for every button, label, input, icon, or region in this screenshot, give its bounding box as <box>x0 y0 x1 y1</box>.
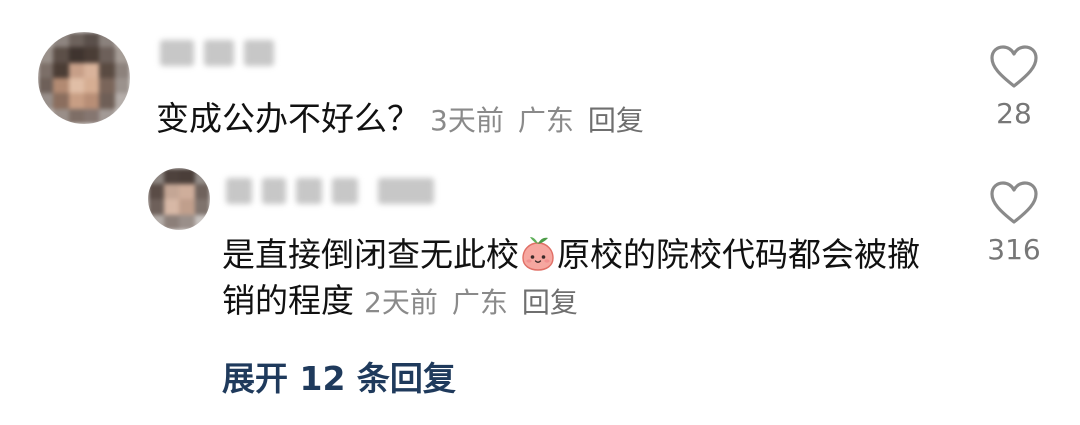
reply-like-button[interactable]: 316 <box>974 180 1054 266</box>
comment-meta: 3天前 广东 回复 <box>430 104 644 137</box>
comment-reply-button[interactable]: 回复 <box>588 104 644 137</box>
reply-like-count: 316 <box>987 233 1041 266</box>
reply-reply-button[interactable]: 回复 <box>522 286 578 319</box>
reply-text-part-1: 是直接倒闭查无此校 <box>222 235 519 274</box>
reply-meta: 2天前 广东 回复 <box>364 286 578 319</box>
avatar-pixelated-image <box>38 32 130 124</box>
replier-username-blurred[interactable] <box>226 178 434 204</box>
replier-avatar[interactable] <box>148 168 210 230</box>
heart-outline-icon <box>990 45 1038 88</box>
expand-replies-button[interactable]: 展开 12 条回复 <box>222 356 456 402</box>
comment-location: 广东 <box>517 104 574 137</box>
reply-body: 是直接倒闭查无此校 原校的院校代码都会被撤销的程度 2天前 广东 回复 <box>222 232 922 326</box>
comment-time: 3天前 <box>430 104 504 137</box>
comment-like-count: 28 <box>996 97 1032 130</box>
avatar-pixelated-image <box>148 168 210 230</box>
commenter-avatar[interactable] <box>38 32 130 124</box>
commenter-username-blurred[interactable] <box>160 40 274 66</box>
comment-body: 变成公办不好么？ 3天前 广东 回复 <box>156 96 644 144</box>
reply-time: 2天前 <box>364 286 438 319</box>
heart-outline-icon <box>990 181 1038 224</box>
comment-text: 变成公办不好么？ <box>156 99 420 138</box>
reply-location: 广东 <box>451 286 508 319</box>
comment-like-button[interactable]: 28 <box>974 44 1054 130</box>
peach-face-emoji-icon <box>522 237 554 271</box>
